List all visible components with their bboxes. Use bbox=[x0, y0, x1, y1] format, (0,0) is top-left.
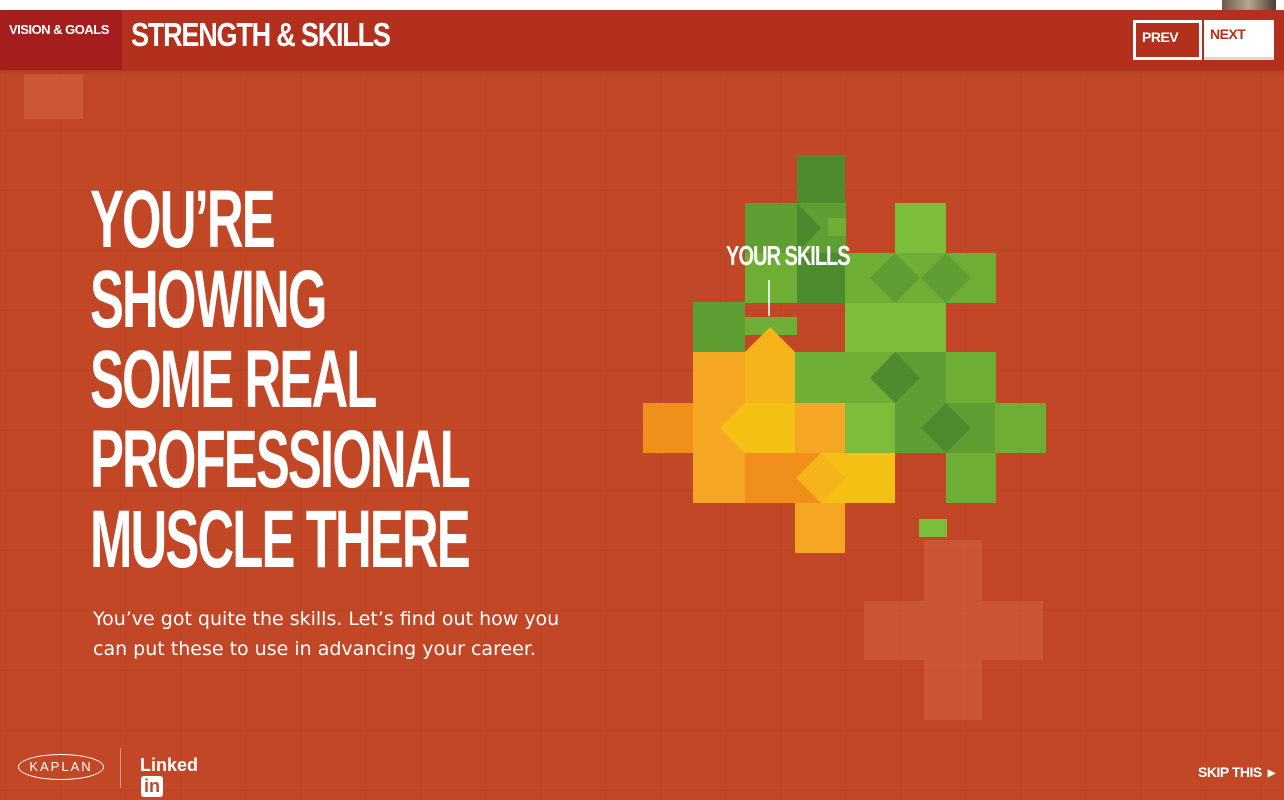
puzzle-label: YOUR SKILLS bbox=[726, 240, 851, 271]
kaplan-logo: KAPLAN bbox=[18, 754, 104, 780]
logo-divider bbox=[120, 748, 121, 788]
linkedin-logo-text: Linked bbox=[140, 755, 199, 775]
caret-right-icon: ▶ bbox=[1267, 768, 1276, 779]
skip-button[interactable]: SKIP THIS ▶ bbox=[1198, 764, 1275, 780]
puzzle-piece-green-top bbox=[745, 155, 846, 303]
skip-label: SKIP THIS bbox=[1198, 764, 1262, 780]
linkedin-logo-badge: in bbox=[141, 776, 163, 797]
skills-puzzle-graphic bbox=[643, 155, 1046, 553]
puzzle-label-pointer bbox=[768, 280, 770, 316]
linkedin-logo: Linkedin bbox=[140, 755, 198, 797]
